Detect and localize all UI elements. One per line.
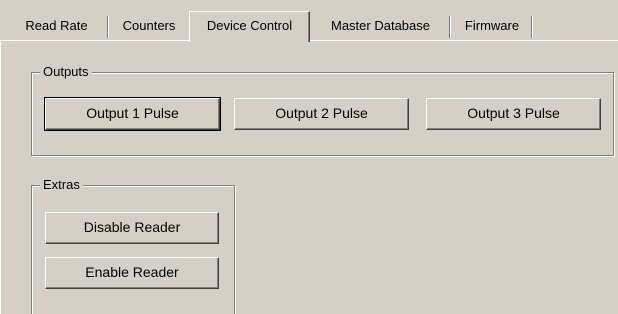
enable-reader-button[interactable]: Enable Reader — [45, 257, 219, 289]
outputs-group: Outputs Output 1 Pulse Output 2 Pulse Ou… — [31, 64, 614, 156]
tab-read-rate[interactable]: Read Rate — [4, 14, 109, 39]
extras-group-label: Extras — [40, 177, 83, 193]
tab-separator — [531, 16, 533, 38]
tab-firmware[interactable]: Firmware — [451, 14, 533, 39]
tab-counters-label: Counters — [122, 18, 176, 33]
output-1-pulse-button[interactable]: Output 1 Pulse — [44, 97, 221, 131]
disable-reader-button[interactable]: Disable Reader — [45, 212, 219, 244]
output-3-pulse-button[interactable]: Output 3 Pulse — [426, 98, 601, 130]
tab-device-control-label: Device Control — [206, 18, 293, 33]
tab-counters[interactable]: Counters — [109, 14, 189, 39]
tab-device-control[interactable]: Device Control — [189, 11, 310, 42]
output-2-pulse-button[interactable]: Output 2 Pulse — [234, 98, 409, 130]
tab-master-database-label: Master Database — [331, 18, 430, 33]
device-control-window: Read Rate Counters Device Control Master… — [0, 0, 618, 314]
tab-firmware-label: Firmware — [464, 18, 520, 33]
tab-read-rate-label: Read Rate — [25, 18, 88, 33]
extras-group: Extras Disable Reader Enable Reader — [31, 177, 235, 314]
outputs-group-label: Outputs — [40, 64, 92, 80]
tab-master-database[interactable]: Master Database — [310, 14, 451, 39]
device-control-panel: Outputs Output 1 Pulse Output 2 Pulse Ou… — [0, 40, 618, 314]
tab-strip: Read Rate Counters Device Control Master… — [0, 0, 618, 42]
